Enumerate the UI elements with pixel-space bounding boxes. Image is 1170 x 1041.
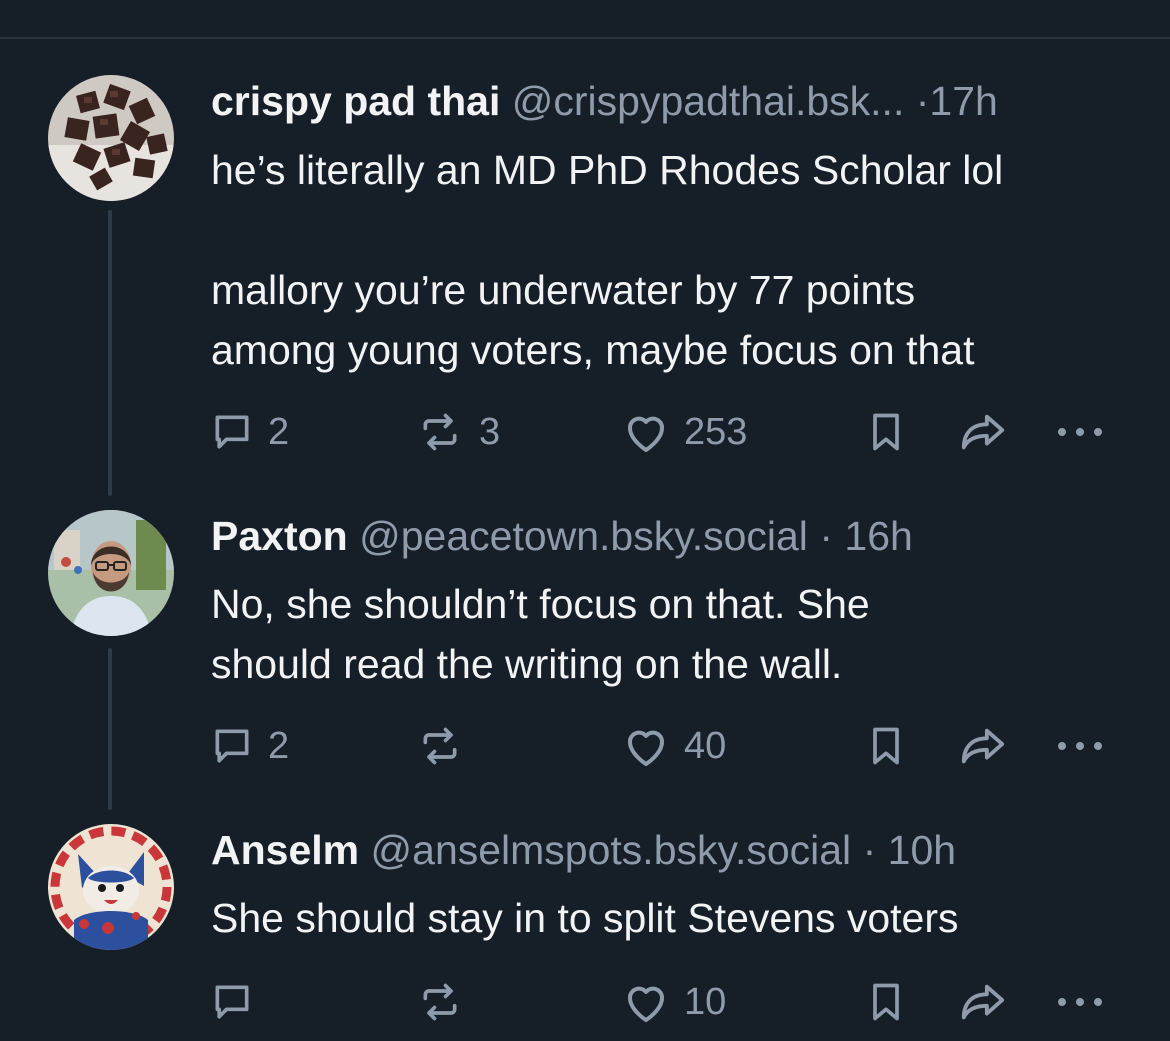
author-handle[interactable]: @crispypadthai.bsk... <box>512 78 905 124</box>
chocolate-pieces-avatar <box>48 75 174 201</box>
heart-icon <box>628 730 664 766</box>
repost-arrows-icon <box>423 413 457 451</box>
post-header: Paxton @peacetown.bsky.social · 16h <box>211 512 913 560</box>
reply-count: 2 <box>268 724 290 767</box>
repost-button[interactable] <box>415 716 479 776</box>
bookmark-icon <box>873 983 899 1021</box>
separator-dot: · <box>862 827 877 873</box>
author-name[interactable]: Paxton <box>211 513 348 559</box>
post-actions: 2 40 <box>0 716 1170 776</box>
like-button[interactable]: 40 <box>622 716 726 776</box>
repost-arrows-icon <box>423 727 457 765</box>
author-handle[interactable]: @peacetown.bsky.social <box>359 513 808 559</box>
share-button[interactable] <box>958 972 1008 1032</box>
repost-button[interactable] <box>415 972 479 1032</box>
cartoon-dog-avatar <box>48 824 174 950</box>
repost-button[interactable]: 3 <box>415 402 500 462</box>
avatar[interactable] <box>48 75 174 201</box>
like-button[interactable]: 10 <box>622 972 726 1032</box>
repost-arrows-icon <box>423 983 457 1021</box>
post-actions: 10 <box>0 972 1170 1032</box>
reply-button[interactable] <box>210 972 268 1032</box>
separator-dot: · <box>819 513 833 559</box>
ellipsis-icon <box>1058 998 1102 1006</box>
post-text: No, she shouldn’t focus on that. She sho… <box>211 581 870 687</box>
post-actions: 2 3 253 <box>0 402 1170 462</box>
post[interactable]: Paxton @peacetown.bsky.social · 16h No, … <box>0 500 1170 800</box>
ellipsis-icon <box>1058 428 1102 436</box>
author-name[interactable]: Anselm <box>211 827 359 873</box>
share-button[interactable] <box>958 402 1008 462</box>
post-time[interactable]: 10h <box>888 827 956 873</box>
repost-count: 3 <box>479 410 501 453</box>
author-name[interactable]: crispy pad thai <box>211 78 500 124</box>
share-arrow-icon <box>961 414 1005 450</box>
post-header: Anselm @anselmspots.bsky.social · 10h <box>211 826 956 874</box>
reply-count: 2 <box>268 410 290 453</box>
share-arrow-icon <box>961 984 1005 1020</box>
bookmark-button[interactable] <box>866 402 906 462</box>
bookmark-button[interactable] <box>866 972 906 1032</box>
share-arrow-icon <box>961 728 1005 764</box>
author-handle[interactable]: @anselmspots.bsky.social <box>371 827 852 873</box>
post[interactable]: Anselm @anselmspots.bsky.social · 10h Sh… <box>0 810 1170 1041</box>
bookmark-icon <box>873 413 899 451</box>
post-text: She should stay in to split Stevens vote… <box>211 895 959 941</box>
heart-icon <box>628 986 664 1022</box>
reply-bubble-icon <box>215 729 249 763</box>
post-time[interactable]: 17h <box>929 78 997 124</box>
more-options-button[interactable] <box>1056 972 1104 1032</box>
like-count: 10 <box>684 980 727 1023</box>
reply-button[interactable]: 2 <box>210 716 289 776</box>
post-text: he’s literally an MD PhD Rhodes Scholar … <box>211 147 1004 373</box>
reply-button[interactable]: 2 <box>210 402 289 462</box>
like-count: 253 <box>684 410 748 453</box>
like-count: 40 <box>684 724 727 767</box>
avatar[interactable] <box>48 510 174 636</box>
more-options-button[interactable] <box>1056 402 1104 462</box>
bookmark-icon <box>873 727 899 765</box>
reply-bubble-icon <box>215 415 249 449</box>
post-time[interactable]: 16h <box>844 513 912 559</box>
separator-dot: · <box>915 78 930 124</box>
bookmark-button[interactable] <box>866 716 906 776</box>
like-button[interactable]: 253 <box>622 402 747 462</box>
share-button[interactable] <box>958 716 1008 776</box>
post-header: crispy pad thai @crispypadthai.bsk... ·1… <box>211 77 998 125</box>
heart-icon <box>628 416 664 452</box>
more-options-button[interactable] <box>1056 716 1104 776</box>
ellipsis-icon <box>1058 742 1102 750</box>
bearded-man-avatar <box>48 510 174 636</box>
avatar[interactable] <box>48 824 174 950</box>
reply-bubble-icon <box>215 985 249 1019</box>
post[interactable]: crispy pad thai @crispypadthai.bsk... ·1… <box>0 0 1170 500</box>
